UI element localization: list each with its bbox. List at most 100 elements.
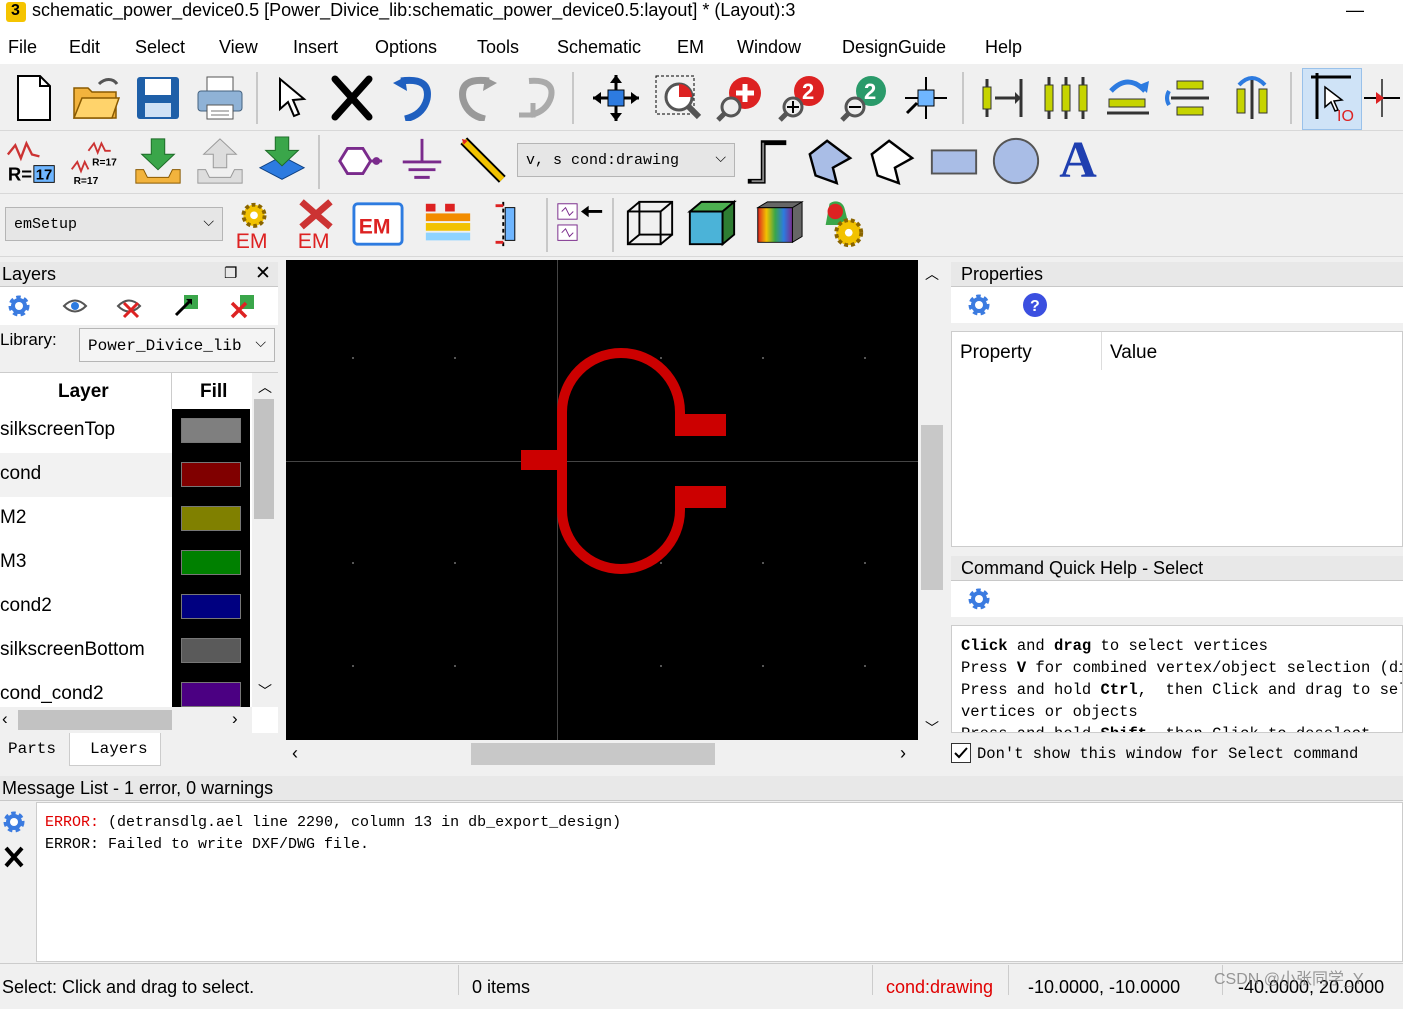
- select-all-layers-icon[interactable]: [172, 293, 200, 319]
- scroll-left-icon[interactable]: ‹: [2, 709, 8, 729]
- canvas-vertical-scrollbar[interactable]: ︿ ﹀: [919, 260, 945, 740]
- layer-settings-gear-icon[interactable]: [6, 293, 32, 319]
- library-dropdown[interactable]: Power_Divice_lib ⌵: [79, 328, 275, 362]
- zoom-in-2x-icon[interactable]: 2: [776, 72, 828, 124]
- layer-row-silkscreenTop[interactable]: silkscreenTop: [0, 409, 250, 454]
- help-icon[interactable]: ?: [1022, 292, 1048, 318]
- layer-row-cond2[interactable]: cond2: [0, 585, 250, 630]
- layer-row-M3[interactable]: M3: [0, 541, 250, 586]
- clear-messages-icon[interactable]: [1, 844, 27, 870]
- insert-pin-icon[interactable]: [1362, 72, 1402, 124]
- print-icon[interactable]: [194, 72, 246, 124]
- export-up-icon[interactable]: [194, 135, 246, 187]
- polygon-icon[interactable]: [804, 135, 856, 187]
- redo-icon[interactable]: [450, 72, 502, 124]
- scroll-down-icon[interactable]: ﹀: [925, 718, 939, 738]
- substrate-stack-icon[interactable]: [422, 198, 474, 250]
- zoom-area-icon[interactable]: [652, 72, 704, 124]
- circle-icon[interactable]: [990, 135, 1042, 187]
- canvas-horizontal-scrollbar[interactable]: ‹ ›: [286, 741, 918, 767]
- layers-horizontal-scrollbar[interactable]: ‹ ›: [0, 707, 252, 733]
- layer-row-cond[interactable]: cond: [0, 453, 250, 498]
- menu-tools[interactable]: Tools: [477, 37, 519, 58]
- via-port-icon[interactable]: [484, 198, 536, 250]
- rotate-align-icon[interactable]: [1102, 72, 1154, 124]
- wireframe-3d-icon[interactable]: [624, 198, 676, 250]
- menu-schematic[interactable]: Schematic: [557, 37, 641, 58]
- polyline-icon[interactable]: [866, 135, 918, 187]
- delete-icon[interactable]: [326, 72, 378, 124]
- column-header-property[interactable]: Property: [960, 342, 1032, 364]
- layer-row-silkscreenBottom[interactable]: silkscreenBottom: [0, 629, 250, 674]
- snap-point-icon[interactable]: [900, 72, 952, 124]
- em-simulate-icon[interactable]: EM: [352, 198, 404, 250]
- column-header-fill[interactable]: Fill: [200, 381, 227, 403]
- menu-insert[interactable]: Insert: [293, 37, 338, 58]
- save-icon[interactable]: [132, 72, 184, 124]
- scroll-up-icon[interactable]: ︿: [258, 377, 272, 397]
- layout-canvas[interactable]: [286, 260, 918, 740]
- solid-3d-icon[interactable]: [686, 198, 738, 250]
- dont-show-checkbox[interactable]: [951, 743, 971, 763]
- parameter-r17-icon[interactable]: R= 17: [6, 135, 58, 187]
- scroll-up-icon[interactable]: ︿: [925, 264, 939, 284]
- scroll-right-icon[interactable]: ›: [900, 743, 906, 764]
- tab-layers[interactable]: Layers: [69, 733, 161, 766]
- close-panel-icon[interactable]: ✕: [255, 262, 271, 285]
- scroll-left-icon[interactable]: ‹: [292, 743, 298, 764]
- scroll-right-icon[interactable]: ›: [232, 709, 238, 729]
- distribute-icon[interactable]: [1040, 72, 1092, 124]
- properties-settings-gear-icon[interactable]: [966, 292, 992, 318]
- flip-icon[interactable]: [1226, 72, 1278, 124]
- repeat-icon[interactable]: [512, 72, 564, 124]
- ground-icon[interactable]: [396, 135, 448, 187]
- port-hexagon-icon[interactable]: [334, 135, 386, 187]
- menu-view[interactable]: View: [219, 37, 258, 58]
- layer-fill-cell[interactable]: [172, 453, 250, 497]
- align-center-icon[interactable]: [1164, 72, 1216, 124]
- parameter-sweep-icon[interactable]: R=17 R=17: [68, 135, 120, 187]
- menu-file[interactable]: File: [8, 37, 37, 58]
- scrollbar-thumb[interactable]: [921, 425, 943, 590]
- layer-fill-cell[interactable]: [172, 629, 250, 673]
- menu-window[interactable]: Window: [737, 37, 801, 58]
- app-icon[interactable]: 3: [6, 2, 26, 22]
- pan-icon[interactable]: [590, 72, 642, 124]
- visualization-spectrum-icon[interactable]: [752, 198, 804, 250]
- message-settings-gear-icon[interactable]: [1, 809, 27, 835]
- import-down-icon[interactable]: [132, 135, 184, 187]
- layer-fill-cell[interactable]: [172, 409, 250, 453]
- zoom-in-icon[interactable]: [714, 72, 766, 124]
- column-header-layer[interactable]: Layer: [58, 381, 109, 403]
- draw-trace-pencil-icon[interactable]: [458, 135, 510, 187]
- ortho-toggle-button[interactable]: IO: [1302, 68, 1362, 130]
- rectangle-icon[interactable]: [928, 135, 980, 187]
- menu-options[interactable]: Options: [375, 37, 437, 58]
- float-panel-icon[interactable]: ❐: [224, 264, 237, 282]
- menu-edit[interactable]: Edit: [69, 37, 100, 58]
- scrollbar-thumb[interactable]: [18, 710, 172, 730]
- menu-em[interactable]: EM: [677, 37, 704, 58]
- zoom-out-2x-icon[interactable]: 2: [838, 72, 890, 124]
- unselect-all-layers-icon[interactable]: [228, 293, 256, 319]
- em-options-gear-icon[interactable]: [816, 198, 868, 250]
- hide-all-eye-icon[interactable]: [116, 295, 144, 319]
- step-trace-icon[interactable]: [742, 135, 794, 187]
- new-document-icon[interactable]: [8, 72, 60, 124]
- undo-icon[interactable]: [388, 72, 440, 124]
- menu-help[interactable]: Help: [985, 37, 1022, 58]
- layer-fill-cell[interactable]: [172, 497, 250, 541]
- scrollbar-thumb[interactable]: [471, 743, 715, 765]
- scrollbar-thumb[interactable]: [254, 399, 274, 519]
- column-header-value[interactable]: Value: [1110, 342, 1157, 364]
- layer-fill-cell[interactable]: [172, 541, 250, 585]
- menu-designguide[interactable]: DesignGuide: [842, 37, 946, 58]
- tab-parts[interactable]: Parts: [0, 733, 68, 765]
- em-clear-icon[interactable]: EM: [290, 198, 342, 251]
- open-folder-icon[interactable]: [70, 72, 122, 124]
- generate-layout-icon[interactable]: [256, 135, 308, 187]
- menu-select[interactable]: Select: [135, 37, 185, 58]
- layer-selector-dropdown[interactable]: v, s cond:drawing ⌵: [517, 143, 735, 177]
- select-pointer-icon[interactable]: [264, 72, 316, 124]
- component-export-icon[interactable]: [554, 198, 606, 250]
